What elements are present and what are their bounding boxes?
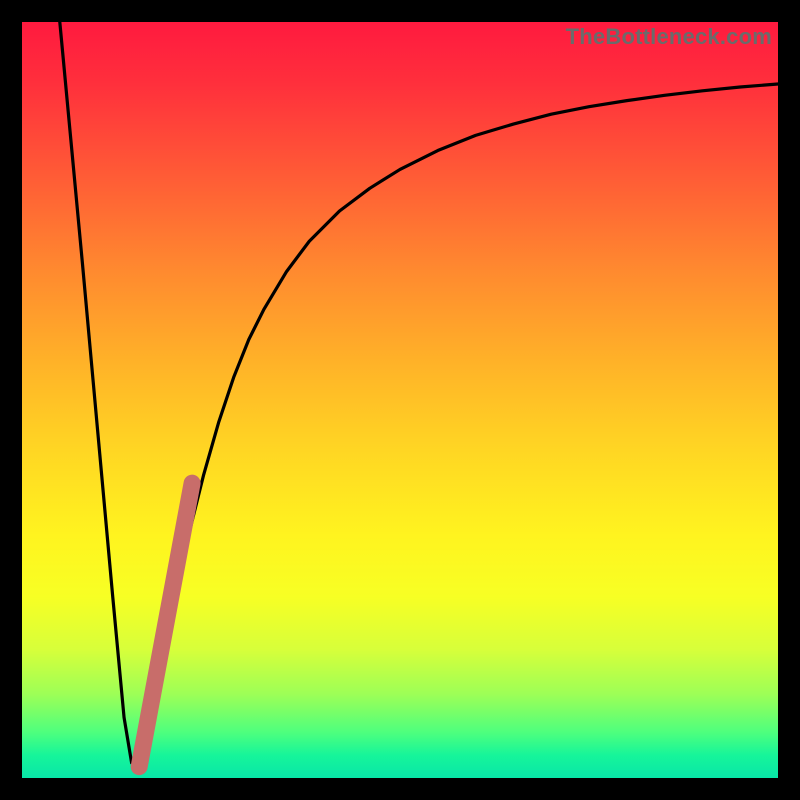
chart-frame: TheBottleneck.com [0,0,800,800]
marker-segment [139,483,192,766]
chart-svg [22,22,778,778]
chart-plot-area: TheBottleneck.com [22,22,778,778]
